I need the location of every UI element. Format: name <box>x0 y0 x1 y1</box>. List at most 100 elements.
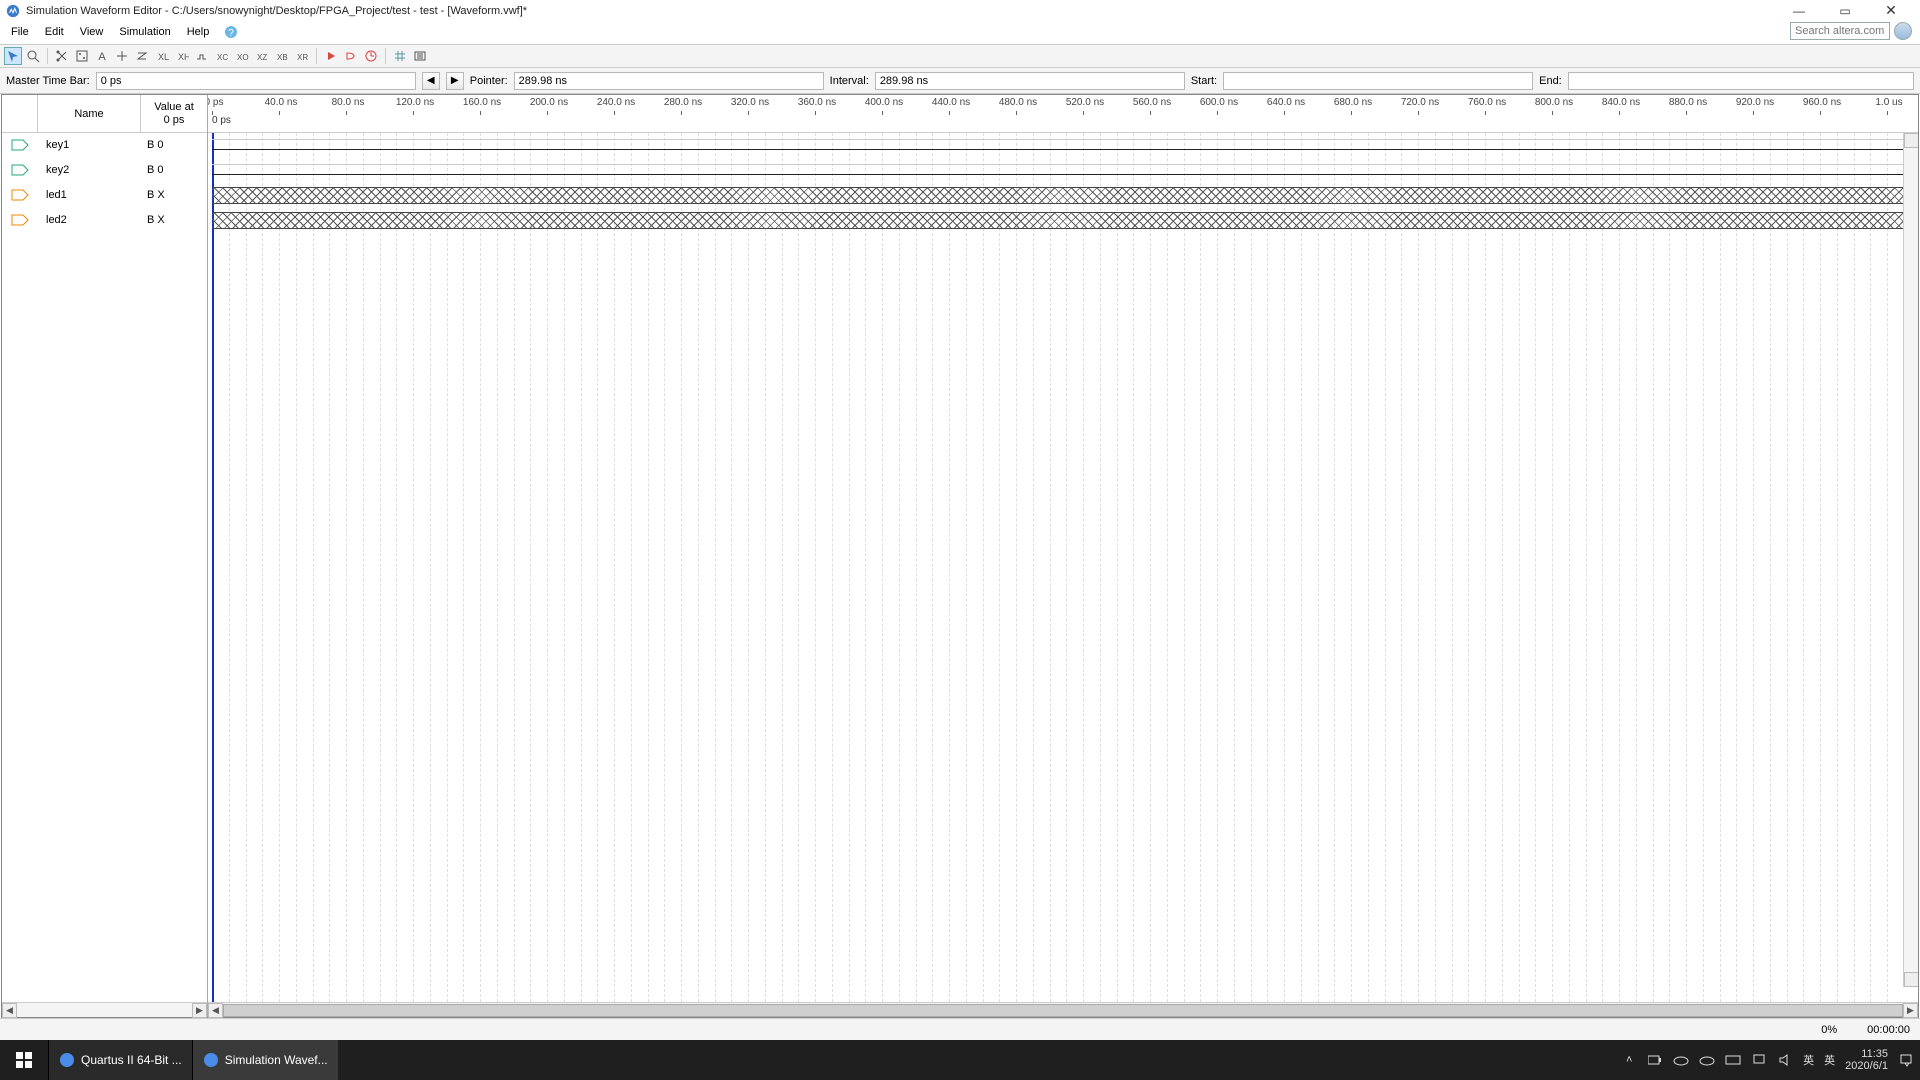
grid-line <box>882 133 883 1002</box>
signal-row[interactable]: key1B 0 <box>2 133 207 158</box>
signals-rows[interactable]: key1B 0key2B 0led1B Xled2B X <box>2 133 207 1002</box>
waveform-hscroll[interactable]: ◀ ▶ <box>208 1002 1918 1017</box>
signals-header-value-time: 0 ps <box>164 114 185 126</box>
tool-invert[interactable] <box>113 47 131 65</box>
grid-line <box>246 133 247 1002</box>
time-cursor[interactable] <box>212 133 214 1002</box>
grid-line <box>1368 133 1369 1002</box>
menu-simulation[interactable]: Simulation <box>112 24 177 40</box>
search-go-button[interactable] <box>1894 22 1912 40</box>
tray-ime2[interactable]: 英 <box>1824 1052 1835 1068</box>
tray-cloud-icon[interactable] <box>1699 1052 1715 1068</box>
tool-run-timing[interactable] <box>362 47 380 65</box>
scrollbar-thumb[interactable] <box>223 1004 1903 1017</box>
tool-xo[interactable]: XO <box>233 47 251 65</box>
waveform-row[interactable] <box>208 158 1918 183</box>
next-edge-button[interactable]: ▶ <box>446 72 464 90</box>
signals-hscroll[interactable]: ◀ ▶ <box>2 1002 207 1017</box>
tool-random[interactable] <box>73 47 91 65</box>
grid-line <box>1753 133 1754 1002</box>
interval-input[interactable] <box>875 72 1185 90</box>
grid-line <box>1318 133 1319 1002</box>
tray-onedrive-icon[interactable] <box>1673 1052 1689 1068</box>
menu-help[interactable]: Help <box>180 24 217 40</box>
tool-cut[interactable] <box>53 47 71 65</box>
grid-line <box>1854 133 1855 1002</box>
signal-row[interactable]: led1B X <box>2 183 207 208</box>
tray-speaker-icon[interactable] <box>1777 1052 1793 1068</box>
scroll-up-icon[interactable] <box>1904 133 1918 148</box>
tray-ime1[interactable]: 英 <box>1803 1052 1814 1068</box>
close-button[interactable]: ✕ <box>1868 0 1914 22</box>
signals-header-value[interactable]: Value at 0 ps <box>141 95 207 132</box>
taskbar-item-waveform[interactable]: Simulation Wavef... <box>192 1040 338 1080</box>
waveform-app-icon <box>203 1052 219 1068</box>
waveform-body[interactable] <box>208 133 1918 1002</box>
waveform-row[interactable] <box>208 183 1918 208</box>
tray-battery-icon[interactable] <box>1647 1052 1663 1068</box>
waveform-vscroll[interactable] <box>1903 133 1918 987</box>
toolbar-separator <box>385 48 386 64</box>
signal-row[interactable]: led2B X <box>2 208 207 233</box>
start-input[interactable] <box>1223 72 1533 90</box>
maximize-button[interactable]: ▭ <box>1822 0 1868 22</box>
tool-xz[interactable]: XZ <box>253 47 271 65</box>
waveform-row[interactable] <box>208 208 1918 233</box>
tray-clock[interactable]: 11:35 2020/6/1 <box>1845 1048 1888 1072</box>
start-button[interactable] <box>0 1040 48 1080</box>
tool-xb[interactable]: XB <box>273 47 291 65</box>
scroll-right-icon[interactable]: ▶ <box>1903 1003 1918 1018</box>
tray-notifications-icon[interactable] <box>1898 1052 1914 1068</box>
signal-row[interactable]: key2B 0 <box>2 158 207 183</box>
end-input[interactable] <box>1568 72 1914 90</box>
tool-run-gate[interactable] <box>342 47 360 65</box>
ruler-tick <box>815 111 816 115</box>
scroll-left-icon[interactable]: ◀ <box>2 1003 17 1018</box>
tool-xr[interactable]: XR <box>293 47 311 65</box>
grid-line <box>849 133 850 1002</box>
ruler-label: 0 ps <box>208 97 234 108</box>
tool-xl[interactable]: XL <box>153 47 171 65</box>
tool-grid[interactable] <box>391 47 409 65</box>
grid-line <box>413 133 414 1002</box>
menu-file[interactable]: File <box>4 24 36 40</box>
tool-xc[interactable]: XC <box>213 47 231 65</box>
grid-line <box>798 133 799 1002</box>
help-icon[interactable]: ? <box>224 25 238 39</box>
tray-up-icon[interactable]: ˄ <box>1621 1052 1637 1068</box>
tool-options[interactable] <box>411 47 429 65</box>
status-bar: 0% 00:00:00 <box>0 1018 1920 1040</box>
grid-line <box>262 133 263 1002</box>
tool-count[interactable] <box>193 47 211 65</box>
tray-keyboard-icon[interactable] <box>1725 1052 1741 1068</box>
taskbar-item-quartus[interactable]: Quartus II 64-Bit ... <box>48 1040 192 1080</box>
tool-run-functional[interactable] <box>322 47 340 65</box>
tool-clock[interactable] <box>133 47 151 65</box>
menu-view[interactable]: View <box>73 24 111 40</box>
tray-network-icon[interactable] <box>1751 1052 1767 1068</box>
pointer-input[interactable] <box>514 72 824 90</box>
menu-edit[interactable]: Edit <box>38 24 71 40</box>
grid-line <box>329 133 330 1002</box>
scroll-down-icon[interactable] <box>1904 972 1918 987</box>
tool-zoom[interactable] <box>24 47 42 65</box>
grid-line <box>1502 133 1503 1002</box>
prev-edge-button[interactable]: ◀ <box>422 72 440 90</box>
run-icon <box>324 49 338 63</box>
master-time-input[interactable] <box>96 72 416 90</box>
scroll-right-icon[interactable]: ▶ <box>192 1003 207 1018</box>
scroll-left-icon[interactable]: ◀ <box>208 1003 223 1018</box>
minimize-button[interactable]: — <box>1776 0 1822 22</box>
signals-header-name[interactable]: Name <box>38 95 141 132</box>
tool-pointer[interactable] <box>4 47 22 65</box>
waveform-row[interactable] <box>208 133 1918 158</box>
svg-text:A: A <box>98 51 106 63</box>
status-elapsed: 00:00:00 <box>1867 1024 1910 1036</box>
grid-line <box>396 133 397 1002</box>
ruler-tick <box>480 111 481 115</box>
search-input[interactable] <box>1790 22 1890 40</box>
grid-line <box>1016 133 1017 1002</box>
tool-a[interactable]: A <box>93 47 111 65</box>
time-ruler[interactable]: 0 ps40.0 ns80.0 ns120.0 ns160.0 ns200.0 … <box>208 95 1918 133</box>
tool-xh[interactable]: XH <box>173 47 191 65</box>
